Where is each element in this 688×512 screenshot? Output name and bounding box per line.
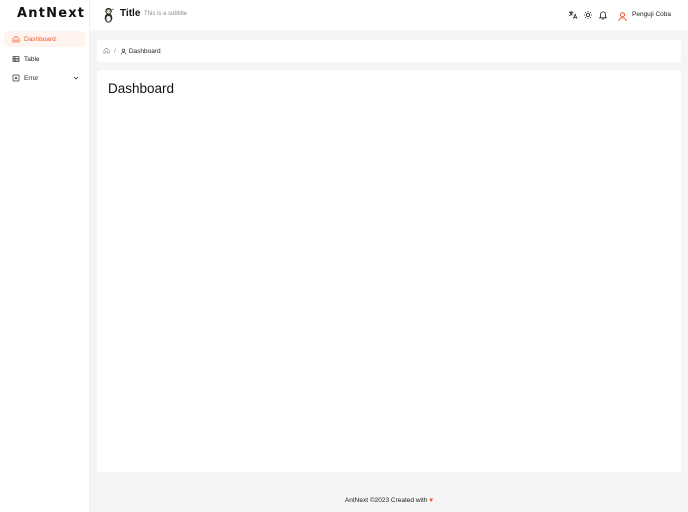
sidebar-item-dashboard[interactable]: Dashboard bbox=[4, 31, 86, 47]
home-icon[interactable] bbox=[103, 47, 110, 56]
main-content: Dashboard bbox=[97, 70, 681, 472]
heart-icon: ♥ bbox=[429, 497, 434, 504]
page-header-title: Title bbox=[120, 8, 141, 19]
table-icon bbox=[12, 55, 20, 63]
sidebar-item-error[interactable]: Error bbox=[4, 70, 86, 86]
sidebar-item-label: Table bbox=[24, 55, 40, 63]
breadcrumb: / Dashboard bbox=[97, 40, 681, 62]
breadcrumb-separator: / bbox=[114, 47, 116, 55]
sidebar: AntNext Dashboard Table Error bbox=[0, 0, 90, 512]
home-icon bbox=[12, 35, 20, 43]
footer-text: AntNext ©2023 Created with bbox=[344, 497, 428, 504]
sidebar-item-label: Error bbox=[24, 74, 39, 82]
translate-icon[interactable] bbox=[567, 9, 578, 20]
user-icon[interactable] bbox=[617, 9, 628, 22]
logo-avatar-icon bbox=[100, 6, 117, 23]
sidebar-item-table[interactable]: Table bbox=[4, 51, 86, 67]
notification-bell-icon[interactable] bbox=[597, 9, 608, 20]
breadcrumb-current: Dashboard bbox=[128, 47, 161, 55]
footer: AntNext ©2023 Created with ♥ bbox=[90, 497, 688, 504]
theme-sun-icon[interactable] bbox=[582, 9, 593, 20]
sidebar-item-label: Dashboard bbox=[24, 35, 56, 43]
user-icon bbox=[120, 48, 127, 55]
page-header-subtitle: This is a subtitle bbox=[144, 11, 188, 17]
page-title: Dashboard bbox=[108, 81, 175, 96]
top-header: Title This is a subtitle Penguji Coba bbox=[90, 0, 688, 30]
brand-logo[interactable]: AntNext bbox=[17, 6, 85, 21]
user-name[interactable]: Penguji Coba bbox=[632, 11, 671, 18]
error-icon bbox=[12, 74, 20, 82]
chevron-down-icon[interactable] bbox=[72, 74, 80, 82]
